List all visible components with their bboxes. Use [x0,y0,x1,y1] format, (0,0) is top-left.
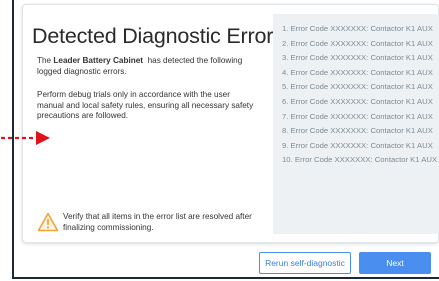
error-item: 1. Error Code XXXXXXX: Contactor K1 AUX [282,24,433,33]
error-item: 4. Error Code XXXXXXX: Contactor K1 AUX [282,67,433,77]
rerun-self-diagnostic-button[interactable]: Rerun self-diagnostic [259,252,351,274]
red-dashed-arrow-icon [1,131,50,145]
error-item: 10. Error Code XXXXXXX: Contactor K1 AUX [282,155,438,165]
error-item: 6. Error Code XXXXXXX: Contactor K1 AUX [282,96,433,106]
error-item: 2. Error Code XXXXXXX: Contactor K1 AUX [282,38,433,48]
intro-text: The Leader Battery Cabinet has detected … [37,56,255,77]
cabinet-name: Leader Battery Cabinet [53,56,144,65]
error-list: 1. Error Code XXXXXXX: Contactor K1 AUX … [282,22,437,168]
error-item: 9. Error Code XXXXXXX: Contactor K1 AUX [282,140,433,150]
error-item: 3. Error Code XXXXXXX: Contactor K1 AUX [282,53,433,63]
error-item: 5. Error Code XXXXXXX: Contactor K1 AUX [282,82,433,92]
next-button[interactable]: Next [359,252,431,274]
intro-prefix: The [37,56,54,65]
dialog-title: Detected Diagnostic Errors [32,24,284,48]
error-list-panel: 1. Error Code XXXXXXX: Contactor K1 AUX … [273,14,439,234]
warning-icon [37,212,59,232]
error-item: 7. Error Code XXXXXXX: Contactor K1 AUX [282,111,433,121]
error-item: 8. Error Code XXXXXXX: Contactor K1 AUX [282,126,433,136]
warning-text: Verify that all items in the error list … [63,212,252,232]
safety-text: Perform debug trials only in accordance … [37,90,254,121]
